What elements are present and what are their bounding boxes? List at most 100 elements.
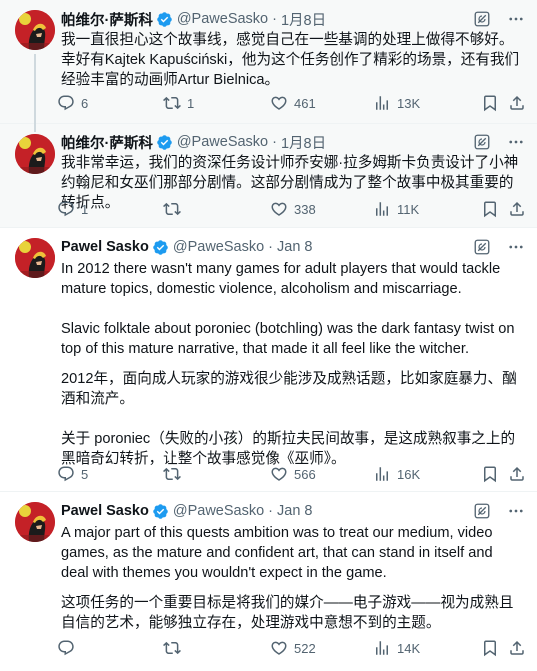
verified-badge-icon [152,503,169,520]
bookmark-button[interactable] [481,639,499,657]
like-icon [270,639,288,657]
grok-icon[interactable] [473,133,491,151]
views-count: 14K [397,640,421,656]
like-icon [270,200,288,218]
bookmark-button[interactable] [481,200,499,218]
retweet-icon [163,639,181,657]
bookmark-button[interactable] [481,94,499,112]
author-handle[interactable]: @PaweSasko [177,134,268,150]
like-button[interactable]: 566 [270,465,316,483]
tweet[interactable]: Pawel Sasko @PaweSasko · Jan 8 A major p… [0,492,537,671]
author-handle[interactable]: @PaweSasko [173,239,264,255]
retweet-icon [163,465,181,483]
like-button[interactable]: 461 [270,94,316,112]
views-icon [373,94,391,112]
avatar[interactable] [15,502,55,542]
timestamp[interactable]: Jan 8 [277,503,312,519]
separator-dot: · [268,239,273,255]
reply-icon [57,465,75,483]
retweet-button[interactable] [163,200,187,218]
views-icon [373,200,391,218]
tweet-header: Pawel Sasko @PaweSasko · Jan 8 [61,501,525,521]
reply-button[interactable] [57,639,81,657]
verified-badge-icon [156,11,173,28]
avatar[interactable] [15,10,55,50]
tweet-header: 帕维尔·萨斯科 @PaweSasko · 1月8日 [61,9,525,29]
views-count: 11K [397,201,420,217]
separator-dot: · [272,134,277,150]
like-icon [270,94,288,112]
like-count: 522 [294,640,316,656]
reply-button[interactable]: 1 [57,200,88,218]
grok-icon[interactable] [473,502,491,520]
share-button[interactable] [508,465,526,483]
more-icon[interactable] [507,10,525,28]
share-button[interactable] [508,200,526,218]
bookmark-icon [481,94,499,112]
retweet-button[interactable]: 1 [163,94,194,112]
bookmark-icon [481,200,499,218]
tweet-paragraph: Slavic folktale about poroniec (botchlin… [61,321,515,357]
retweet-icon [163,200,181,218]
reply-icon [57,200,75,218]
tweet[interactable]: 帕维尔·萨斯科 @PaweSasko · 1月8日 我一直很担心这个故事线，感觉… [0,0,537,124]
reply-count: 6 [81,95,89,111]
timestamp[interactable]: Jan 8 [277,239,312,255]
views-button[interactable]: 16K [373,465,420,483]
views-count: 13K [397,95,421,111]
author-name[interactable]: 帕维尔·萨斯科 [61,9,153,30]
tweet-paragraph: 关于 poroniec（失败的小孩）的斯拉夫民间故事，是这成熟叙事之上的黑暗奇幻… [61,431,516,467]
tweet-paragraph: 2012年，面向成人玩家的游戏很少能涉及成熟话题，比如家庭暴力、酗酒和流产。 [61,371,517,407]
more-icon[interactable] [507,502,525,520]
reply-button[interactable]: 5 [57,465,88,483]
tweet-paragraph: A major part of this quests ambition was… [61,525,493,581]
views-button[interactable]: 13K [373,94,420,112]
reply-count: 5 [81,466,89,482]
author-handle[interactable]: @PaweSasko [177,11,268,27]
timestamp[interactable]: 1月8日 [281,9,326,30]
author-name[interactable]: 帕维尔·萨斯科 [61,132,153,153]
grok-icon[interactable] [473,238,491,256]
timestamp[interactable]: 1月8日 [281,132,326,153]
like-icon [270,465,288,483]
verified-badge-icon [152,239,169,256]
share-button[interactable] [508,639,526,657]
share-icon [508,200,526,218]
author-name[interactable]: Pawel Sasko [61,239,149,255]
action-bar: 5 566 16K [57,464,527,484]
views-button[interactable]: 11K [373,200,419,218]
retweet-count: 1 [187,95,195,111]
like-count: 566 [294,466,316,482]
separator-dot: · [268,503,273,519]
views-icon [373,465,391,483]
tweet-text: A major part of this quests ambition was… [61,523,523,633]
reply-count: 1 [81,201,89,217]
tweet[interactable]: 帕维尔·萨斯科 @PaweSasko · 1月8日 我非常幸运，我们的资深任务设… [0,124,537,228]
tweet[interactable]: Pawel Sasko @PaweSasko · Jan 8 In 2012 t… [0,228,537,492]
retweet-button[interactable] [163,639,187,657]
share-button[interactable] [508,94,526,112]
reply-button[interactable]: 6 [57,94,88,112]
thread-line [34,124,36,132]
grok-icon[interactable] [473,10,491,28]
tweet-header: Pawel Sasko @PaweSasko · Jan 8 [61,237,525,257]
reply-icon [57,94,75,112]
author-name[interactable]: Pawel Sasko [61,503,149,519]
tweet-header: 帕维尔·萨斯科 @PaweSasko · 1月8日 [61,132,525,152]
views-count: 16K [397,466,421,482]
author-handle[interactable]: @PaweSasko [173,503,264,519]
more-icon[interactable] [507,238,525,256]
reply-icon [57,639,75,657]
views-button[interactable]: 14K [373,639,420,657]
like-button[interactable]: 338 [270,200,316,218]
more-icon[interactable] [507,133,525,151]
retweet-button[interactable] [163,465,187,483]
avatar[interactable] [15,134,55,174]
separator-dot: · [272,11,277,27]
tweet-paragraph: 这项任务的一个重要目标是将我们的媒介——电子游戏——视为成熟且自信的艺术，能够独… [61,595,514,631]
retweet-icon [163,94,181,112]
bookmark-button[interactable] [481,465,499,483]
tweet-paragraph: 我一直很担心这个故事线，感觉自己在一些基调的处理上做得不够好。幸好有Kajtek… [61,32,520,88]
avatar[interactable] [15,238,55,278]
like-button[interactable]: 522 [270,639,316,657]
